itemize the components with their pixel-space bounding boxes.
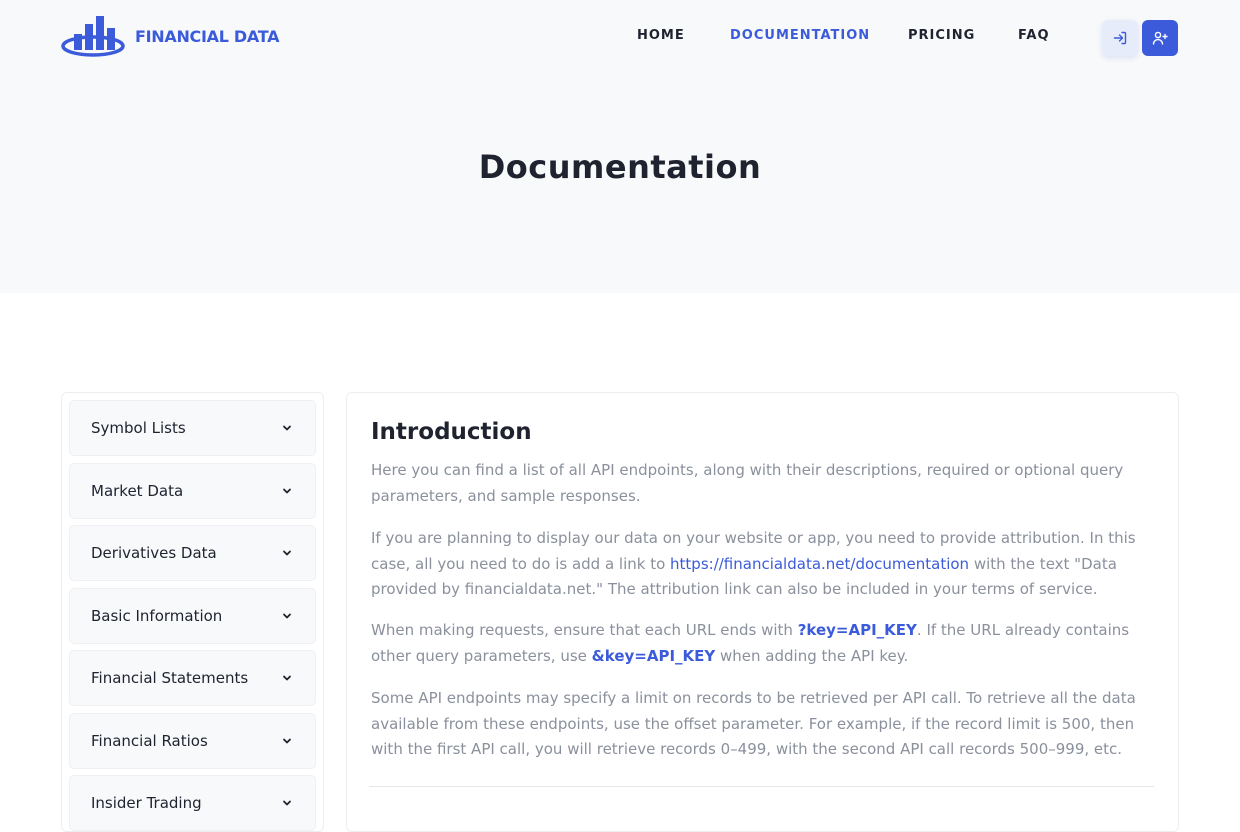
bar-chart-logo-icon — [61, 16, 125, 57]
sidebar-item-label: Derivatives Data — [91, 544, 217, 562]
login-icon — [1113, 31, 1127, 45]
nav-faq[interactable]: FAQ — [1018, 28, 1050, 43]
api-key-code: ?key=API_KEY — [797, 621, 917, 639]
signup-button[interactable] — [1142, 20, 1178, 56]
sidebar-item-label: Market Data — [91, 481, 184, 500]
page-header: FINANCIAL DATA HOME DOCUMENTATION PRICIN… — [0, 0, 1240, 293]
chevron-down-icon — [283, 550, 291, 556]
chevron-down-icon — [283, 425, 291, 431]
sidebar-item-market-data[interactable]: Market Data — [69, 462, 316, 519]
page-title: Documentation — [478, 148, 762, 186]
sidebar-item-derivatives-data[interactable]: Derivatives Data — [69, 525, 316, 581]
sidebar-item-label: Insider Trading — [91, 794, 202, 812]
sidebar-item-label: Financial Ratios — [91, 731, 208, 750]
documentation-link[interactable]: https://financialdata.net/documentation — [670, 555, 969, 573]
section-title: Introduction — [371, 419, 532, 445]
nav-home[interactable]: HOME — [637, 28, 685, 43]
api-key-paragraph: When making requests, ensure that each U… — [371, 618, 1161, 669]
api-key-code: &key=API_KEY — [591, 646, 716, 665]
chevron-down-icon — [283, 800, 291, 806]
attribution-paragraph: If you are planning to display our data … — [371, 526, 1161, 603]
section-divider — [369, 786, 1154, 787]
sidebar-item-insider-trading[interactable]: Insider Trading — [69, 775, 316, 831]
brand-name: FINANCIAL DATA — [135, 26, 280, 46]
chevron-down-icon — [283, 613, 291, 618]
user-plus-icon — [1152, 31, 1168, 45]
sidebar-item-symbol-lists[interactable]: Symbol Lists — [69, 400, 316, 456]
chevron-down-icon — [283, 488, 291, 493]
sidebar-item-financial-ratios[interactable]: Financial Ratios — [69, 712, 316, 769]
chevron-down-icon — [283, 738, 291, 743]
api-key-text: When making requests, ensure that each U… — [371, 621, 798, 639]
docs-sidebar: Symbol Lists Market Data Derivatives Dat… — [61, 392, 324, 832]
login-button[interactable] — [1102, 20, 1138, 56]
brand-logo[interactable]: FINANCIAL DATA — [61, 14, 279, 58]
docs-content: Introduction Here you can find a list of… — [346, 392, 1179, 832]
limit-paragraph: Some API endpoints may specify a limit o… — [371, 689, 1136, 759]
nav-pricing[interactable]: PRICING — [908, 28, 975, 43]
intro-paragraph: Here you can find a list of all API endp… — [371, 461, 1124, 505]
sidebar-item-label: Symbol Lists — [91, 419, 186, 437]
sidebar-item-financial-statements[interactable]: Financial Statements — [69, 650, 316, 706]
nav-documentation[interactable]: DOCUMENTATION — [730, 28, 870, 43]
sidebar-item-label: Basic Information — [91, 606, 223, 625]
api-key-text: when adding the API key. — [715, 646, 909, 665]
sidebar-item-basic-information[interactable]: Basic Information — [69, 587, 316, 644]
sidebar-item-label: Financial Statements — [91, 669, 249, 687]
chevron-down-icon — [283, 675, 291, 681]
